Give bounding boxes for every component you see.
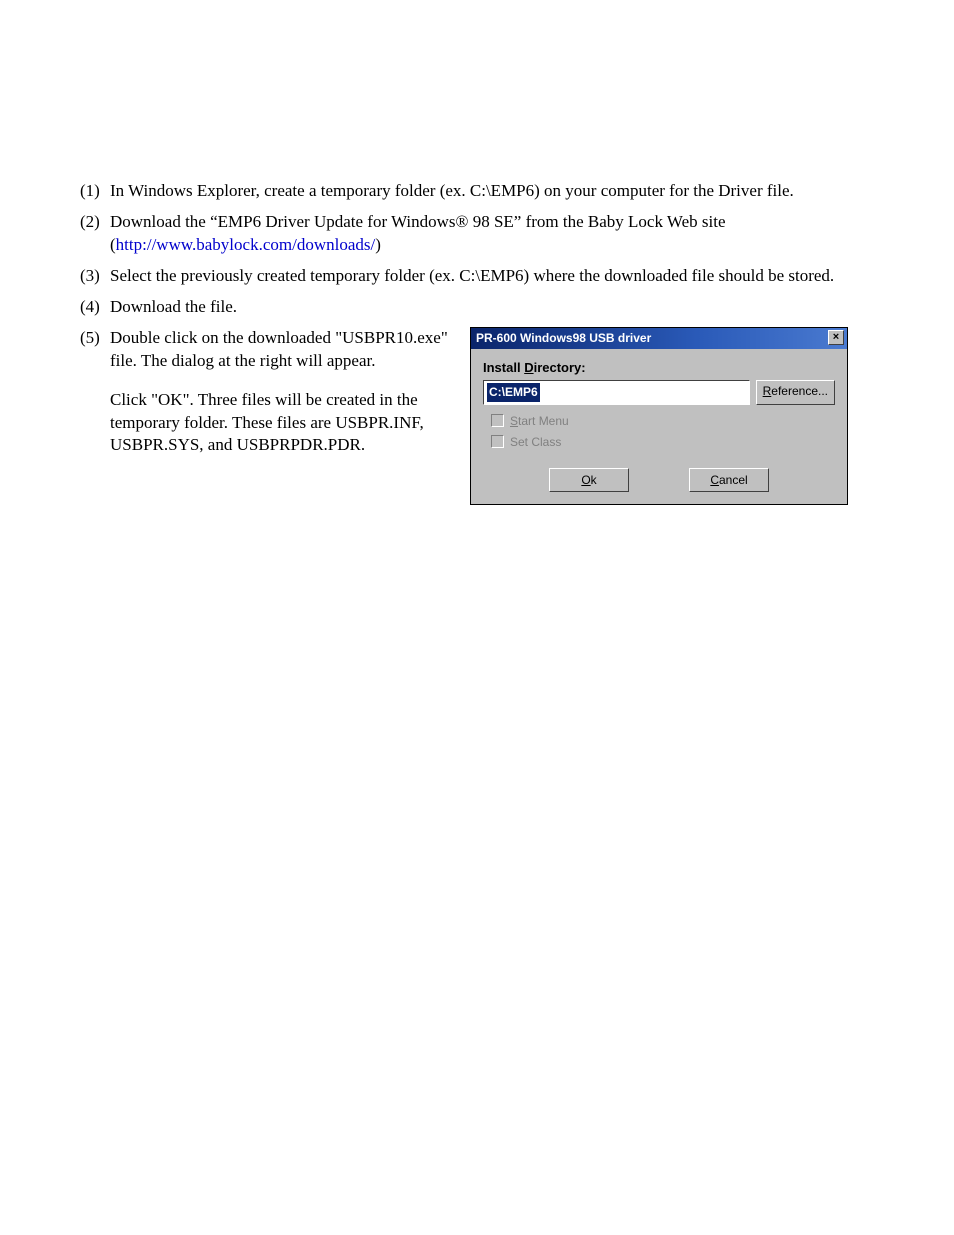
step-number: (5) xyxy=(80,327,110,505)
dialog-titlebar[interactable]: PR-600 Windows98 USB driver × xyxy=(471,328,847,349)
step-number: (1) xyxy=(80,180,110,203)
download-link[interactable]: http://www.babylock.com/downloads/ xyxy=(116,235,376,254)
start-menu-label: Start Menu xyxy=(510,413,569,429)
step-number: (4) xyxy=(80,296,110,319)
start-menu-checkbox-row: Start Menu xyxy=(491,413,835,429)
install-directory-value: C:\EMP6 xyxy=(487,383,540,401)
install-directory-label: Install Directory: xyxy=(483,359,835,377)
step-text-p2: Click "OK". Three files will be created … xyxy=(110,389,460,458)
cancel-button[interactable]: Cancel xyxy=(689,468,769,492)
dialog-title: PR-600 Windows98 USB driver xyxy=(476,330,651,346)
driver-dialog: PR-600 Windows98 USB driver × Install Di… xyxy=(470,327,848,505)
set-class-checkbox-row: Set Class xyxy=(491,434,835,450)
step-3: (3) Select the previously created tempor… xyxy=(80,265,880,288)
step-text: Select the previously created temporary … xyxy=(110,265,880,288)
start-menu-checkbox xyxy=(491,414,504,427)
step-4: (4) Download the file. xyxy=(80,296,880,319)
step-number: (2) xyxy=(80,211,110,257)
step-text-p1: Double click on the downloaded "USBPR10.… xyxy=(110,327,460,373)
step-1: (1) In Windows Explorer, create a tempor… xyxy=(80,180,880,203)
ok-button[interactable]: Ok xyxy=(549,468,629,492)
step-number: (3) xyxy=(80,265,110,288)
step-text: Download the “EMP6 Driver Update for Win… xyxy=(110,211,880,257)
set-class-label: Set Class xyxy=(510,434,561,450)
step-text-post: ) xyxy=(375,235,381,254)
step-text: Download the file. xyxy=(110,296,880,319)
reference-button[interactable]: Reference... xyxy=(756,380,835,404)
set-class-checkbox xyxy=(491,435,504,448)
step-5: (5) Double click on the downloaded "USBP… xyxy=(80,327,880,505)
install-directory-input[interactable]: C:\EMP6 xyxy=(483,380,750,404)
close-button[interactable]: × xyxy=(828,330,844,345)
step-text: In Windows Explorer, create a temporary … xyxy=(110,180,880,203)
step-2: (2) Download the “EMP6 Driver Update for… xyxy=(80,211,880,257)
